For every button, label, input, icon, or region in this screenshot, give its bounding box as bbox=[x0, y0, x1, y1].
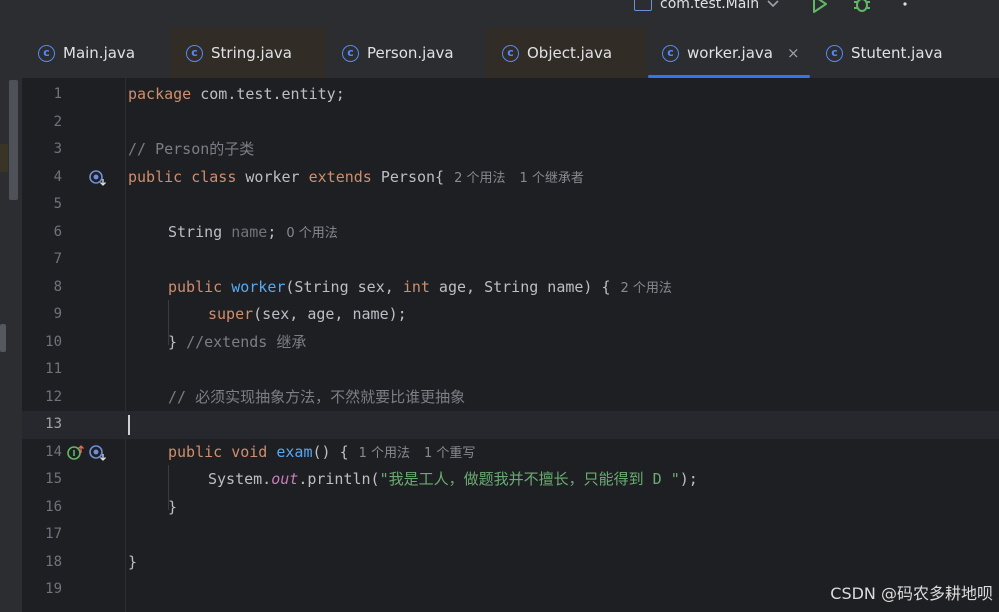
line-number: 3 bbox=[53, 141, 62, 157]
line-number: 15 bbox=[45, 471, 62, 487]
tab-object-java[interactable]: c Object.java bbox=[486, 28, 646, 78]
main-toolbar: com.test.Main bbox=[0, 0, 999, 28]
line-number: 17 bbox=[45, 526, 62, 542]
tab-label: String.java bbox=[211, 44, 292, 62]
line-number: 18 bbox=[45, 553, 62, 570]
code-line: 11 bbox=[22, 356, 999, 384]
usages-hint: 1 个用法 bbox=[358, 445, 411, 461]
tab-worker-java[interactable]: c worker.java × bbox=[646, 28, 810, 78]
code-text: } //extends 继承 bbox=[168, 332, 307, 351]
tab-label: Person.java bbox=[367, 44, 454, 62]
code-line: 6 String name; 0 个用法 bbox=[22, 219, 999, 247]
editor-tabs: c Main.java c String.java c Person.java … bbox=[22, 28, 999, 79]
code-line: 4 public class worker extends Person{2 个… bbox=[22, 164, 999, 192]
code-line: 7 bbox=[22, 246, 999, 274]
line-number: 19 bbox=[45, 581, 62, 597]
tab-stutent-java[interactable]: c Stutent.java bbox=[810, 28, 980, 78]
line-number: 8 bbox=[53, 278, 62, 295]
code-text: package com.test.entity; bbox=[128, 85, 345, 103]
usages-hint: 0 个用法 bbox=[286, 225, 338, 241]
line-number: 1 bbox=[53, 86, 62, 102]
code-text: String name; 0 个用法 bbox=[168, 222, 338, 241]
code-text: public class worker extends Person{2 个用法… bbox=[128, 167, 584, 186]
line-number: 13 bbox=[45, 416, 62, 432]
line-number: 12 bbox=[45, 388, 62, 405]
close-icon[interactable]: × bbox=[787, 44, 800, 62]
class-icon: c bbox=[38, 44, 55, 62]
code-line: 3 // Person的子类 bbox=[22, 136, 999, 164]
current-line[interactable]: 13 bbox=[22, 411, 999, 439]
class-icon: c bbox=[502, 44, 519, 62]
code-text: super(sex, age, name); bbox=[208, 305, 407, 323]
code-text: } bbox=[128, 552, 138, 571]
left-tool-strip bbox=[0, 28, 22, 612]
code-comment: // 必须实现抽象方法，不然就要比谁更抽象 bbox=[168, 387, 466, 406]
implemented-by-icon[interactable] bbox=[88, 169, 108, 187]
class-icon: c bbox=[186, 44, 203, 62]
tab-label: Stutent.java bbox=[851, 44, 943, 62]
overridden-by-icon[interactable] bbox=[88, 444, 108, 462]
code-line: 12 // 必须实现抽象方法，不然就要比谁更抽象 bbox=[22, 384, 999, 412]
code-line: 1 package com.test.entity; bbox=[22, 81, 999, 109]
code-line: 18 } bbox=[22, 549, 999, 577]
code-line: 9 super(sex, age, name); bbox=[22, 301, 999, 329]
class-icon: c bbox=[662, 44, 679, 62]
line-number: 14 bbox=[45, 443, 62, 460]
text-caret bbox=[128, 415, 130, 435]
code-line: 14 public void exam() {1 个用法 1 个重写 bbox=[22, 439, 999, 467]
run-icon[interactable] bbox=[811, 0, 829, 14]
tab-person-java[interactable]: c Person.java bbox=[326, 28, 486, 78]
run-config-label: com.test.Main bbox=[660, 0, 760, 12]
tool-window-stripe[interactable] bbox=[0, 324, 6, 352]
implements-method-icon[interactable] bbox=[66, 444, 86, 462]
line-number: 5 bbox=[53, 196, 62, 212]
debug-icon[interactable] bbox=[852, 0, 872, 14]
tab-label: Object.java bbox=[527, 44, 613, 62]
usages-hint: 2 个用法 bbox=[454, 170, 506, 186]
code-line: 2 bbox=[22, 109, 999, 137]
code-line: 17 bbox=[22, 521, 999, 549]
class-icon: c bbox=[342, 44, 359, 62]
code-line: 16 } bbox=[22, 494, 999, 522]
code-comment: // Person的子类 bbox=[128, 140, 255, 158]
scrollbar-thumb[interactable] bbox=[9, 80, 18, 200]
usages-hint: 2 个用法 bbox=[620, 280, 672, 296]
line-number: 6 bbox=[53, 223, 62, 240]
code-editor[interactable]: 1 package com.test.entity; 2 3 // Person… bbox=[22, 78, 999, 612]
watermark: CSDN @码农多耕地呗 bbox=[830, 584, 993, 603]
overrides-hint: 1 个重写 bbox=[424, 445, 476, 461]
tab-string-java[interactable]: c String.java bbox=[170, 28, 326, 78]
code-line: 5 bbox=[22, 191, 999, 219]
run-configuration-selector[interactable]: com.test.Main bbox=[634, 0, 779, 14]
line-number: 9 bbox=[53, 306, 62, 322]
code-text: } bbox=[168, 497, 178, 516]
class-icon: c bbox=[826, 44, 843, 62]
inheritors-hint: 1 个继承者 bbox=[519, 170, 584, 186]
code-text: System.out.println("我是工人，做题我并不擅长，只能得到 D … bbox=[208, 470, 698, 488]
code-line: 10 } //extends 继承 bbox=[22, 329, 999, 357]
tab-label: Main.java bbox=[63, 44, 136, 62]
more-vertical-icon[interactable] bbox=[900, 0, 910, 14]
line-number: 4 bbox=[53, 168, 62, 185]
code-line: 8 public worker(String sex, int age, Str… bbox=[22, 274, 999, 302]
code-text: public worker(String sex, int age, Strin… bbox=[168, 277, 672, 296]
line-number: 10 bbox=[45, 333, 62, 350]
chevron-down-icon bbox=[767, 0, 779, 8]
tab-label: worker.java bbox=[687, 44, 773, 62]
config-icon bbox=[634, 0, 652, 11]
line-number: 11 bbox=[45, 361, 62, 377]
vcs-change-marker bbox=[0, 144, 8, 172]
tab-main-java[interactable]: c Main.java bbox=[22, 28, 170, 78]
code-text: public void exam() {1 个用法 1 个重写 bbox=[168, 442, 476, 461]
line-number: 16 bbox=[45, 498, 62, 515]
code-line: 15 System.out.println("我是工人，做题我并不擅长，只能得到… bbox=[22, 466, 999, 494]
line-number: 2 bbox=[53, 113, 62, 130]
line-number: 7 bbox=[53, 251, 62, 267]
